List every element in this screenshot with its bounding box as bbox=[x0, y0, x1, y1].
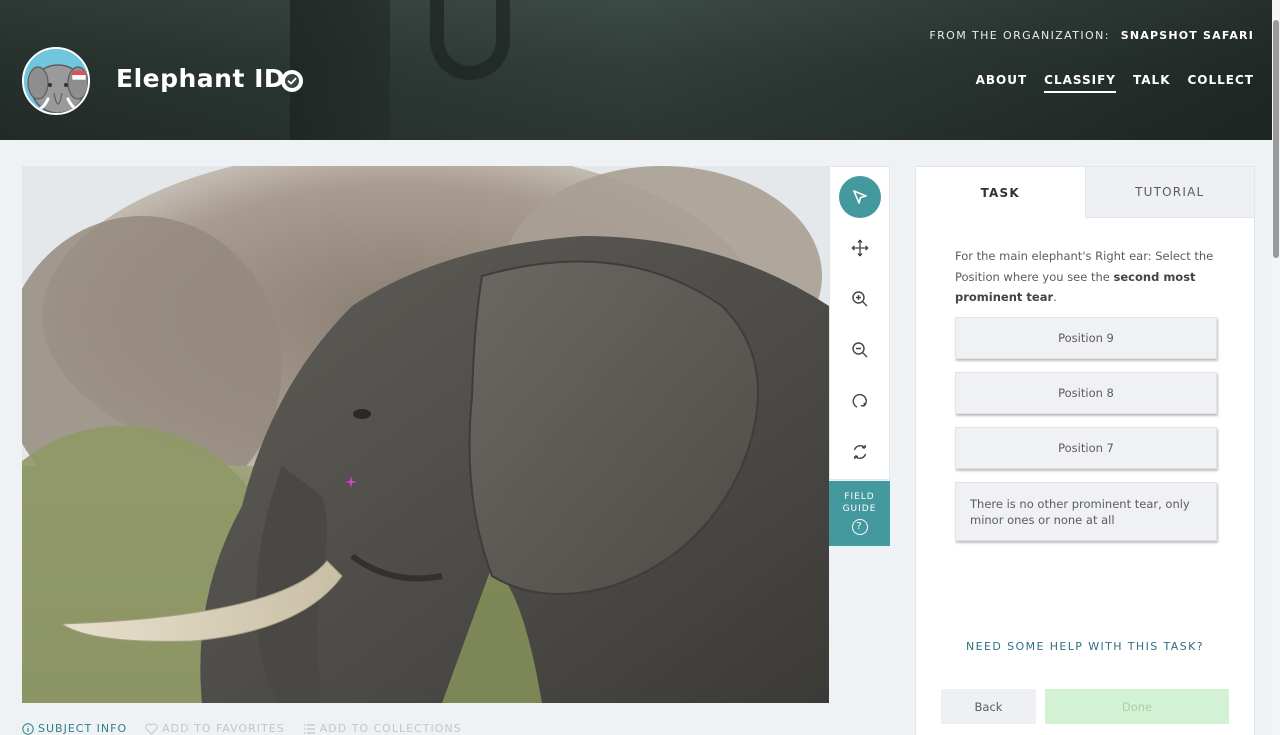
reset-button[interactable] bbox=[839, 431, 881, 473]
move-icon bbox=[851, 239, 869, 257]
reset-icon bbox=[853, 444, 867, 460]
organization-link[interactable]: SNAPSHOT SAFARI bbox=[1121, 29, 1254, 42]
scrollbar-thumb[interactable] bbox=[1273, 20, 1279, 258]
task-question: For the main elephant's Right ear: Selec… bbox=[955, 246, 1225, 308]
pointer-tool-button[interactable] bbox=[839, 176, 881, 218]
nav-classify[interactable]: CLASSIFY bbox=[1044, 73, 1116, 93]
task-panel: TASK TUTORIAL For the main elephant's Ri… bbox=[915, 166, 1255, 735]
zoom-out-button[interactable] bbox=[839, 329, 881, 371]
elephant-photo bbox=[22, 166, 829, 703]
task-help-link[interactable]: NEED SOME HELP WITH THIS TASK? bbox=[916, 640, 1254, 653]
rotate-button[interactable] bbox=[839, 380, 881, 422]
project-nav: ABOUT CLASSIFY TALK COLLECT bbox=[976, 73, 1254, 93]
page-scrollbar[interactable] bbox=[1272, 0, 1280, 735]
help-circle-icon: ? bbox=[851, 519, 868, 535]
back-button[interactable]: Back bbox=[941, 689, 1036, 724]
project-header: Elephant ID FROM THE ORGANIZATION: SNAPS… bbox=[0, 0, 1272, 140]
organization-prefix: FROM THE ORGANIZATION: bbox=[929, 29, 1110, 42]
nav-collect[interactable]: COLLECT bbox=[1188, 73, 1255, 93]
move-tool-button[interactable] bbox=[839, 227, 881, 269]
subject-actions: SUBJECT INFO ADD TO FAVORITES ADD TO COL… bbox=[22, 722, 462, 735]
field-guide-button[interactable]: FIELD GUIDE ? bbox=[829, 481, 890, 546]
tab-tutorial[interactable]: TUTORIAL bbox=[1084, 167, 1254, 218]
add-to-favorites-label: ADD TO FAVORITES bbox=[162, 722, 285, 735]
project-avatar[interactable] bbox=[22, 47, 90, 115]
zoom-out-icon bbox=[852, 342, 868, 358]
field-guide-label-line1: FIELD bbox=[844, 492, 875, 502]
answer-position-7[interactable]: Position 7 bbox=[955, 427, 1217, 469]
field-guide-label-line2: GUIDE bbox=[842, 504, 877, 514]
project-title[interactable]: Elephant ID bbox=[116, 64, 285, 93]
add-to-collections-label: ADD TO COLLECTIONS bbox=[319, 722, 462, 735]
answer-position-8[interactable]: Position 8 bbox=[955, 372, 1217, 414]
pointer-icon bbox=[853, 190, 867, 204]
tab-task[interactable]: TASK bbox=[916, 167, 1085, 218]
add-to-favorites-button[interactable]: ADD TO FAVORITES bbox=[145, 722, 285, 735]
info-icon bbox=[22, 722, 34, 735]
nav-talk[interactable]: TALK bbox=[1133, 73, 1171, 93]
zoom-in-icon bbox=[852, 291, 868, 307]
list-icon bbox=[303, 723, 315, 734]
answer-no-other-tear[interactable]: There is no other prominent tear, only m… bbox=[955, 482, 1217, 541]
rotate-icon bbox=[852, 393, 867, 408]
zoom-in-button[interactable] bbox=[839, 278, 881, 320]
image-toolbar bbox=[829, 166, 890, 480]
task-question-end: . bbox=[1053, 290, 1057, 304]
verified-badge-icon bbox=[281, 70, 303, 92]
heart-icon bbox=[145, 722, 158, 735]
subject-info-label: SUBJECT INFO bbox=[38, 722, 128, 735]
classification-marker-icon[interactable] bbox=[345, 476, 357, 488]
done-button[interactable]: Done bbox=[1045, 689, 1229, 724]
answer-position-9[interactable]: Position 9 bbox=[955, 317, 1217, 359]
subject-image[interactable] bbox=[22, 166, 829, 703]
organization-label: FROM THE ORGANIZATION: SNAPSHOT SAFARI bbox=[929, 29, 1254, 42]
add-to-collections-button[interactable]: ADD TO COLLECTIONS bbox=[303, 722, 462, 735]
task-tabs: TASK TUTORIAL bbox=[916, 167, 1254, 218]
subject-info-button[interactable]: SUBJECT INFO bbox=[22, 722, 127, 735]
nav-about[interactable]: ABOUT bbox=[976, 73, 1028, 93]
